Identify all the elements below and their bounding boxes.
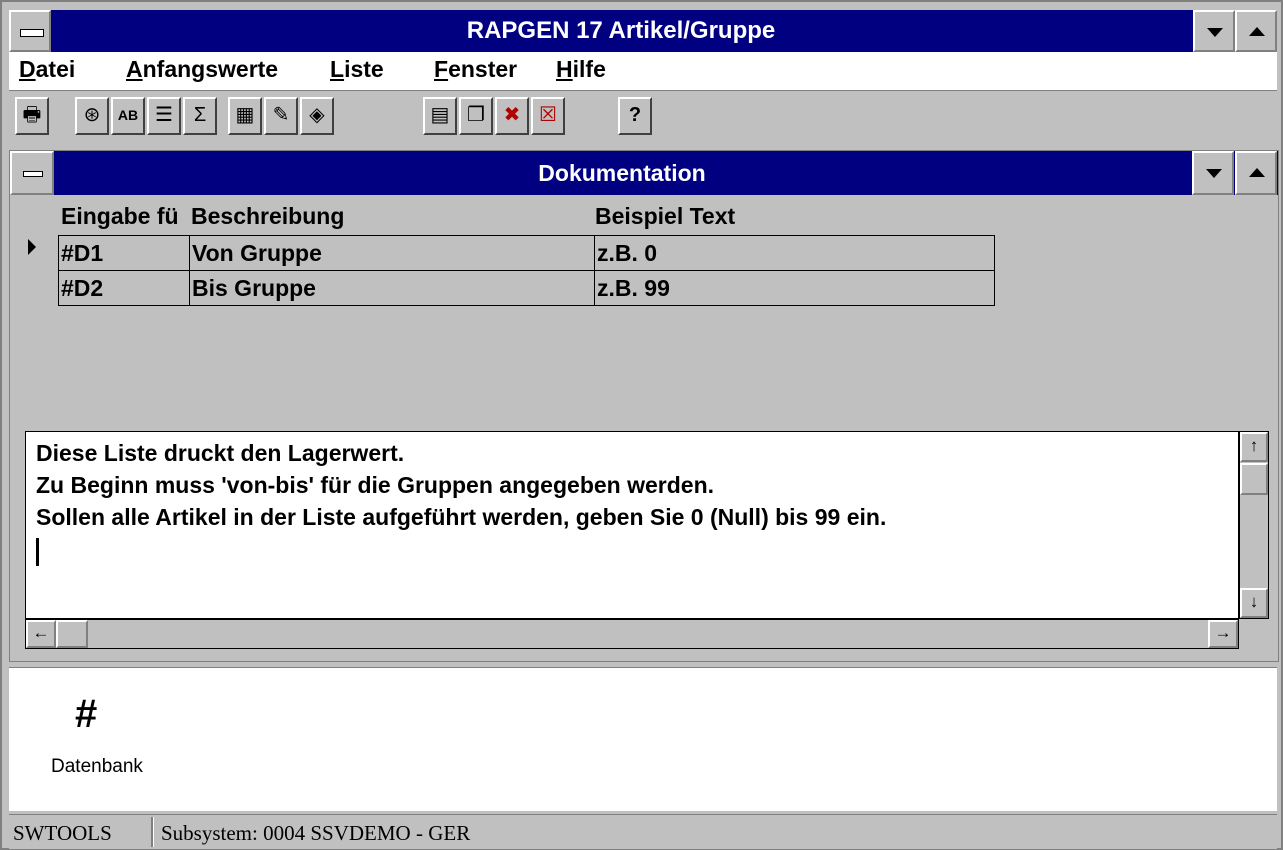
menu-hilfe[interactable]: Hilfe — [556, 56, 606, 83]
column-header-eingabe[interactable]: Eingabe fü — [61, 203, 192, 230]
list-button[interactable]: ☰ — [147, 97, 181, 135]
edit-icon: ✎ — [272, 104, 290, 126]
arrow-down-icon: ↓ — [1249, 592, 1259, 611]
window-title: RAPGEN 17 Artikel/Gruppe — [466, 17, 776, 44]
select-icon: ◈ — [309, 104, 325, 126]
horizontal-scrollbar[interactable]: ← → — [25, 619, 1239, 649]
select-button[interactable]: ◈ — [300, 97, 334, 135]
table-row[interactable]: #D2 Bis Gruppe z.B. 99 — [58, 270, 995, 306]
documentation-window: Dokumentation Eingabe fü Beschreibung Be… — [9, 150, 1279, 662]
status-app: SWTOOLS — [13, 821, 112, 845]
column-header-beispiel[interactable]: Beispiel Text — [595, 203, 735, 230]
system-menu-icon — [20, 29, 44, 37]
print-icon: 🖶 — [22, 104, 42, 126]
main-window: RAPGEN 17 Artikel/Gruppe Datei Anfangswe… — [0, 0, 1283, 850]
delete-grid-icon: ✖ — [503, 104, 521, 126]
record-icon: ⊛ — [83, 104, 101, 126]
scroll-up-button[interactable]: ↑ — [1240, 432, 1268, 462]
status-subsystem: Subsystem: 0004 SSVDEMO - GER — [161, 821, 471, 845]
documentation-text-area[interactable]: Diese Liste druckt den Lagerwert. Zu Beg… — [25, 431, 1239, 619]
help-icon: ? — [628, 104, 642, 126]
current-row-indicator-icon — [28, 239, 36, 255]
delete-grid-button[interactable]: ✖ — [495, 97, 529, 135]
menu-bar: Datei Anfangswerte Liste Fenster Hilfe — [9, 52, 1277, 91]
cell-example[interactable]: z.B. 99 — [595, 271, 994, 305]
arrow-left-icon: ← — [32, 623, 50, 642]
scroll-left-button[interactable]: ← — [26, 620, 56, 648]
menu-datei[interactable]: Datei — [19, 56, 75, 83]
print-button[interactable]: 🖶 — [15, 97, 49, 135]
status-bar: SWTOOLS Subsystem: 0004 SSVDEMO - GER — [9, 814, 1277, 849]
documentation-grid: Eingabe fü Beschreibung Beispiel Text #D… — [10, 195, 1278, 425]
help-button[interactable]: ? — [618, 97, 652, 135]
scroll-down-button[interactable]: ↓ — [1240, 588, 1268, 618]
column-header-beschreibung[interactable]: Beschreibung — [191, 203, 344, 230]
scroll-right-button[interactable]: → — [1208, 620, 1238, 648]
cell-description[interactable]: Bis Gruppe — [190, 271, 595, 305]
database-icon-label[interactable]: Datenbank — [51, 756, 143, 778]
menu-fenster[interactable]: Fenster — [434, 56, 517, 83]
close-window-button[interactable]: ☒ — [531, 97, 565, 135]
menu-liste[interactable]: Liste — [330, 56, 384, 83]
horizontal-scroll-thumb[interactable] — [56, 620, 88, 648]
sum-button[interactable]: Σ — [183, 97, 217, 135]
status-divider — [151, 817, 154, 847]
minimize-icon — [1207, 28, 1223, 37]
vertical-scrollbar[interactable]: ↑ ↓ — [1239, 431, 1269, 619]
windows-button[interactable]: ❐ — [459, 97, 493, 135]
text-field-button[interactable]: AB — [111, 97, 145, 135]
edit-button[interactable]: ✎ — [264, 97, 298, 135]
menu-anfangswerte[interactable]: Anfangswerte — [126, 56, 278, 83]
table-row[interactable]: #D1 Von Gruppe z.B. 0 — [58, 235, 995, 271]
record-button[interactable]: ⊛ — [75, 97, 109, 135]
system-menu-icon — [23, 171, 43, 177]
system-menu-button[interactable] — [9, 10, 51, 52]
cell-input[interactable]: #D2 — [59, 271, 190, 305]
text-line: Diese Liste druckt den Lagerwert. — [36, 440, 405, 466]
minimize-button[interactable] — [1193, 10, 1235, 52]
cell-input[interactable]: #D1 — [59, 236, 190, 270]
maximize-button[interactable] — [1235, 10, 1277, 52]
cell-description[interactable]: Von Gruppe — [190, 236, 595, 270]
documentation-title-bar[interactable]: Dokumentation — [10, 151, 1278, 195]
calculator-icon: ▦ — [235, 104, 255, 126]
maximize-icon — [1249, 168, 1265, 177]
database-icon[interactable]: # — [75, 694, 97, 734]
title-bar[interactable]: RAPGEN 17 Artikel/Gruppe — [9, 10, 1277, 52]
child-maximize-button[interactable] — [1235, 151, 1277, 195]
arrow-right-icon: → — [1214, 623, 1232, 642]
vertical-scroll-thumb[interactable] — [1240, 463, 1268, 495]
text-line: Sollen alle Artikel in der Liste aufgefü… — [36, 504, 887, 530]
text-caret — [36, 538, 39, 566]
text-line: Zu Beginn muss 'von-bis' für die Gruppen… — [36, 472, 715, 498]
documentation-title: Dokumentation — [538, 160, 706, 186]
calculator-button[interactable]: ▦ — [228, 97, 262, 135]
child-system-menu-button[interactable] — [10, 151, 54, 195]
child-minimize-button[interactable] — [1192, 151, 1234, 195]
minimize-icon — [1206, 169, 1222, 178]
close-window-icon: ☒ — [539, 104, 557, 126]
list-icon: ☰ — [155, 104, 173, 126]
toolbar: 🖶 ⊛ AB ☰ Σ ▦ ✎ ◈ ▤ ❐ ✖ ☒ ? — [9, 92, 1277, 144]
layout-button[interactable]: ▤ — [423, 97, 457, 135]
windows-icon: ❐ — [467, 104, 485, 126]
desktop-area: # Datenbank — [9, 667, 1277, 811]
sum-icon: Σ — [193, 104, 207, 126]
text-field-icon: AB — [117, 107, 139, 123]
maximize-icon — [1249, 27, 1265, 36]
layout-icon: ▤ — [430, 104, 450, 126]
arrow-up-icon: ↑ — [1249, 436, 1259, 455]
cell-example[interactable]: z.B. 0 — [595, 236, 994, 270]
